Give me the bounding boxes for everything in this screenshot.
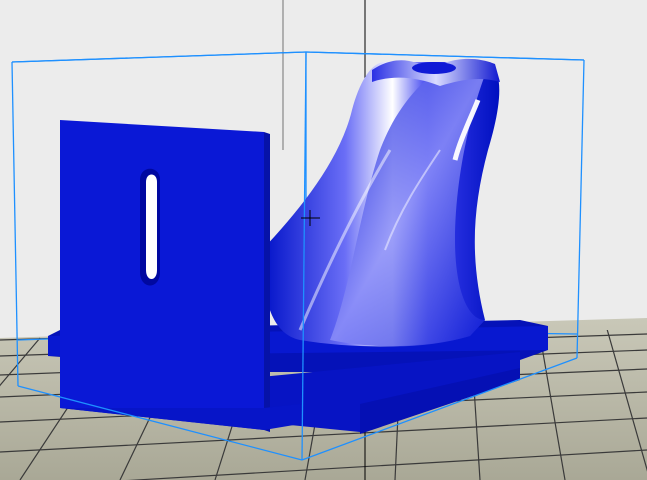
front-plate	[60, 120, 264, 430]
mounting-slot-opening	[146, 174, 157, 279]
top-notch	[412, 62, 456, 74]
3d-viewport[interactable]	[0, 0, 647, 480]
front-plate-edge	[264, 132, 270, 432]
bracket-model[interactable]	[48, 58, 548, 434]
scene-canvas[interactable]	[0, 0, 647, 480]
